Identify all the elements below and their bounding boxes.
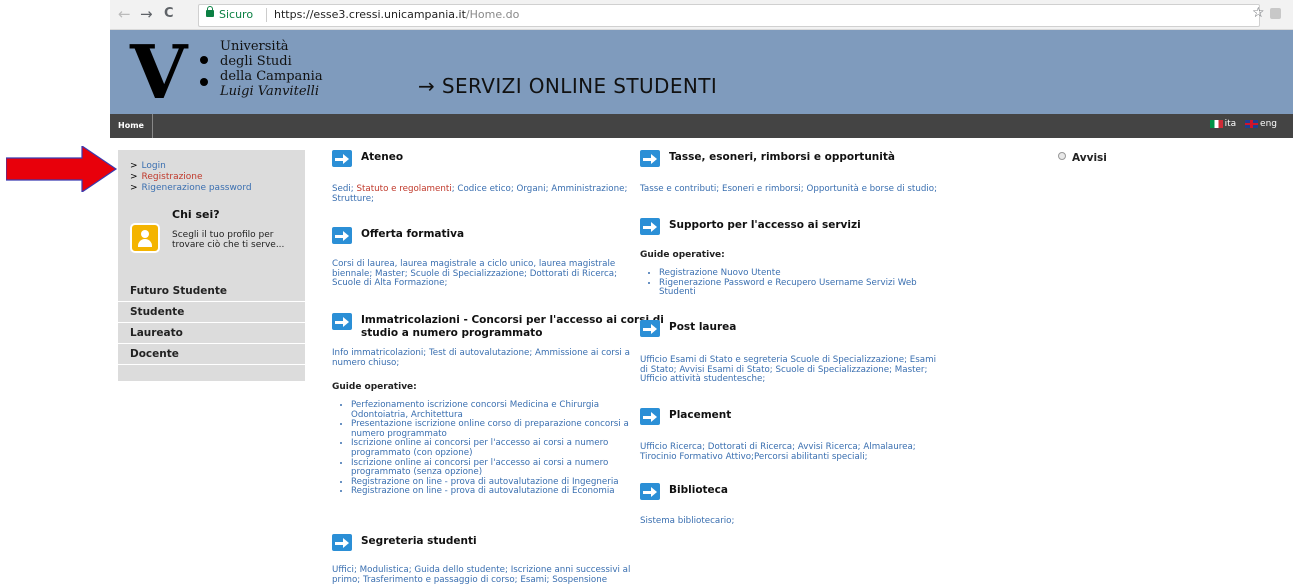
- sidebar-item-docente[interactable]: Docente: [118, 344, 305, 365]
- logo-line-4: Luigi Vanvitelli: [220, 84, 319, 99]
- link-statuto[interactable]: Statuto e regolamenti: [357, 184, 452, 194]
- sidebar: > Login > Registrazione > Rigenerazione pas…: [118, 150, 305, 381]
- profile-hint: Scegli il tuo profilo per trovare ciò ch…: [172, 230, 285, 250]
- logo-line-1: Università: [220, 39, 289, 54]
- section-title: Biblioteca: [669, 484, 728, 496]
- sidebar-item-laureato[interactable]: Laureato: [118, 323, 305, 344]
- browser-toolbar: ← → C Sicuro https://esse3.cressi.unicam…: [110, 0, 1293, 30]
- guide-list: Registrazione Nuovo Utente Rigenerazione…: [640, 268, 949, 298]
- immatricolazioni-links[interactable]: Info immatricolazioni; Test di autovalut…: [332, 348, 632, 368]
- ateneo-links: Sedi; Statuto e regolamenti; Codice etic…: [332, 184, 628, 204]
- logo-dot-top: [200, 56, 208, 64]
- arrow-right-icon: [332, 534, 352, 551]
- login-link-row[interactable]: > Login: [130, 161, 252, 172]
- arrow-right-icon: [640, 408, 660, 425]
- language-selector: ita eng: [1209, 119, 1277, 129]
- link-strutture[interactable]: Strutture: [332, 194, 371, 204]
- url-path: /Home.do: [465, 8, 520, 21]
- biblioteca-links[interactable]: Sistema bibliotecario;: [640, 516, 940, 527]
- secure-label: Sicuro: [219, 8, 254, 21]
- chevron-right-icon: >: [130, 172, 138, 182]
- profile-menu: Futuro Studente Studente Laureato Docent…: [118, 281, 305, 365]
- list-item[interactable]: Iscrizione online ai concorsi per l'acce…: [351, 458, 633, 478]
- link-organi[interactable]: Organi: [517, 184, 546, 194]
- address-separator: [266, 8, 267, 22]
- section-title-line-2: studio a numero programmato: [361, 327, 543, 339]
- extension-icon[interactable]: [1270, 8, 1281, 19]
- lang-ita-link[interactable]: ita: [1225, 119, 1237, 129]
- sidebar-item-futuro-studente[interactable]: Futuro Studente: [118, 281, 305, 302]
- list-item[interactable]: Iscrizione online ai concorsi per l'acce…: [351, 439, 633, 458]
- password-reset-link-row[interactable]: > Rigenerazione password: [130, 183, 252, 194]
- page-title: → SERVIZI ONLINE STUDENTI: [418, 74, 718, 98]
- guide-label: Guide operative:: [332, 382, 417, 392]
- url-text[interactable]: https://esse3.cressi.unicampania.it/Home…: [274, 8, 519, 21]
- guide-label: Guide operative:: [640, 250, 725, 260]
- lang-eng-link[interactable]: eng: [1260, 119, 1277, 129]
- section-title: Placement: [669, 409, 732, 421]
- link-sedi[interactable]: Sedi: [332, 184, 351, 194]
- offerta-links[interactable]: Corsi di laurea, laurea magistrale a cic…: [332, 259, 632, 289]
- segreteria-links[interactable]: Uffici; Modulistica; Guida dello student…: [332, 565, 632, 585]
- logo-dot-bottom: [200, 78, 208, 86]
- url-host: https://esse3.cressi.unicampania.it: [274, 8, 466, 21]
- arrow-right-icon: [640, 150, 660, 167]
- arrow-right-icon: [332, 227, 352, 244]
- placement-links[interactable]: Ufficio Ricerca; Dottorati di Ricerca; A…: [640, 442, 940, 462]
- sidebar-item-studente[interactable]: Studente: [118, 302, 305, 323]
- reload-button[interactable]: C: [164, 5, 174, 23]
- arrow-right-icon: [332, 313, 352, 330]
- section-title-line-1: Immatricolazioni - Concorsi per l'access…: [361, 314, 664, 326]
- top-navigation: Home ita eng: [110, 114, 1293, 138]
- red-arrow-icon: [6, 146, 118, 192]
- account-links: > Login > Registrazione > Rigenerazione pas…: [130, 161, 252, 194]
- list-item[interactable]: Presentazione iscrizione online corso di…: [351, 419, 633, 439]
- arrow-right-icon: [640, 218, 660, 235]
- link-amministrazione[interactable]: Amministrazione: [551, 184, 624, 194]
- logo-line-3: della Campania: [220, 69, 323, 84]
- home-link[interactable]: Home: [110, 114, 153, 138]
- forward-button[interactable]: →: [140, 5, 153, 23]
- arrow-right-icon: [332, 150, 352, 167]
- post-laurea-links[interactable]: Ufficio Esami di Stato e segreteria Scuo…: [640, 355, 940, 385]
- tasse-links[interactable]: Tasse e contributi; Esoneri e rimborsi; …: [640, 184, 940, 195]
- lock-icon: [206, 6, 214, 17]
- university-logo-text[interactable]: Università degli Studi della Campania Lu…: [220, 39, 323, 99]
- arrow-right-icon: [640, 320, 660, 337]
- site-header: V Università degli Studi della Campania …: [110, 30, 1293, 114]
- section-title: Post laurea: [669, 321, 737, 333]
- logo-line-2: degli Studi: [220, 54, 292, 69]
- avvisi-title[interactable]: Avvisi: [1072, 152, 1107, 164]
- list-item[interactable]: Registrazione on line - prova di autoval…: [351, 487, 633, 497]
- italian-flag-icon[interactable]: [1209, 119, 1223, 128]
- avvisi-section: Avvisi: [1058, 152, 1107, 164]
- circle-bullet-icon: [1058, 152, 1066, 160]
- back-button[interactable]: ←: [118, 5, 131, 23]
- link-codice-etico[interactable]: Codice etico: [457, 184, 510, 194]
- login-link[interactable]: Login: [142, 161, 166, 171]
- password-reset-link[interactable]: Rigenerazione password: [142, 183, 252, 193]
- chevron-right-icon: >: [130, 183, 138, 193]
- bookmark-star-icon[interactable]: ☆: [1252, 5, 1265, 21]
- address-bar[interactable]: Sicuro https://esse3.cressi.unicampania.…: [198, 4, 1260, 27]
- who-are-you-heading: Chi sei?: [172, 208, 220, 221]
- chevron-right-icon: >: [130, 161, 138, 171]
- section-title: Supporto per l'accesso ai servizi: [669, 219, 861, 231]
- list-item[interactable]: Rigenerazione Password e Recupero Userna…: [659, 278, 949, 298]
- english-flag-icon[interactable]: [1245, 119, 1259, 128]
- registration-link[interactable]: Registrazione: [142, 172, 203, 182]
- university-logo-letter: V: [130, 30, 188, 116]
- guide-list: Perfezionamento iscrizione concorsi Medi…: [332, 400, 633, 497]
- browser-menu-icon[interactable]: ⋮: [1288, 6, 1293, 20]
- arrow-right-icon: [640, 483, 660, 500]
- section-title: Ateneo: [361, 151, 404, 163]
- user-profile-icon: [130, 223, 160, 253]
- section-title: Immatricolazioni - Concorsi per l'access…: [361, 314, 664, 340]
- section-title: Segreteria studenti: [361, 535, 477, 547]
- list-item[interactable]: Perfezionamento iscrizione concorsi Medi…: [351, 400, 633, 420]
- registration-link-row[interactable]: > Registrazione: [130, 172, 252, 183]
- section-title: Tasse, esoneri, rimborsi e opportunità: [669, 151, 895, 163]
- section-title: Offerta formativa: [361, 228, 465, 240]
